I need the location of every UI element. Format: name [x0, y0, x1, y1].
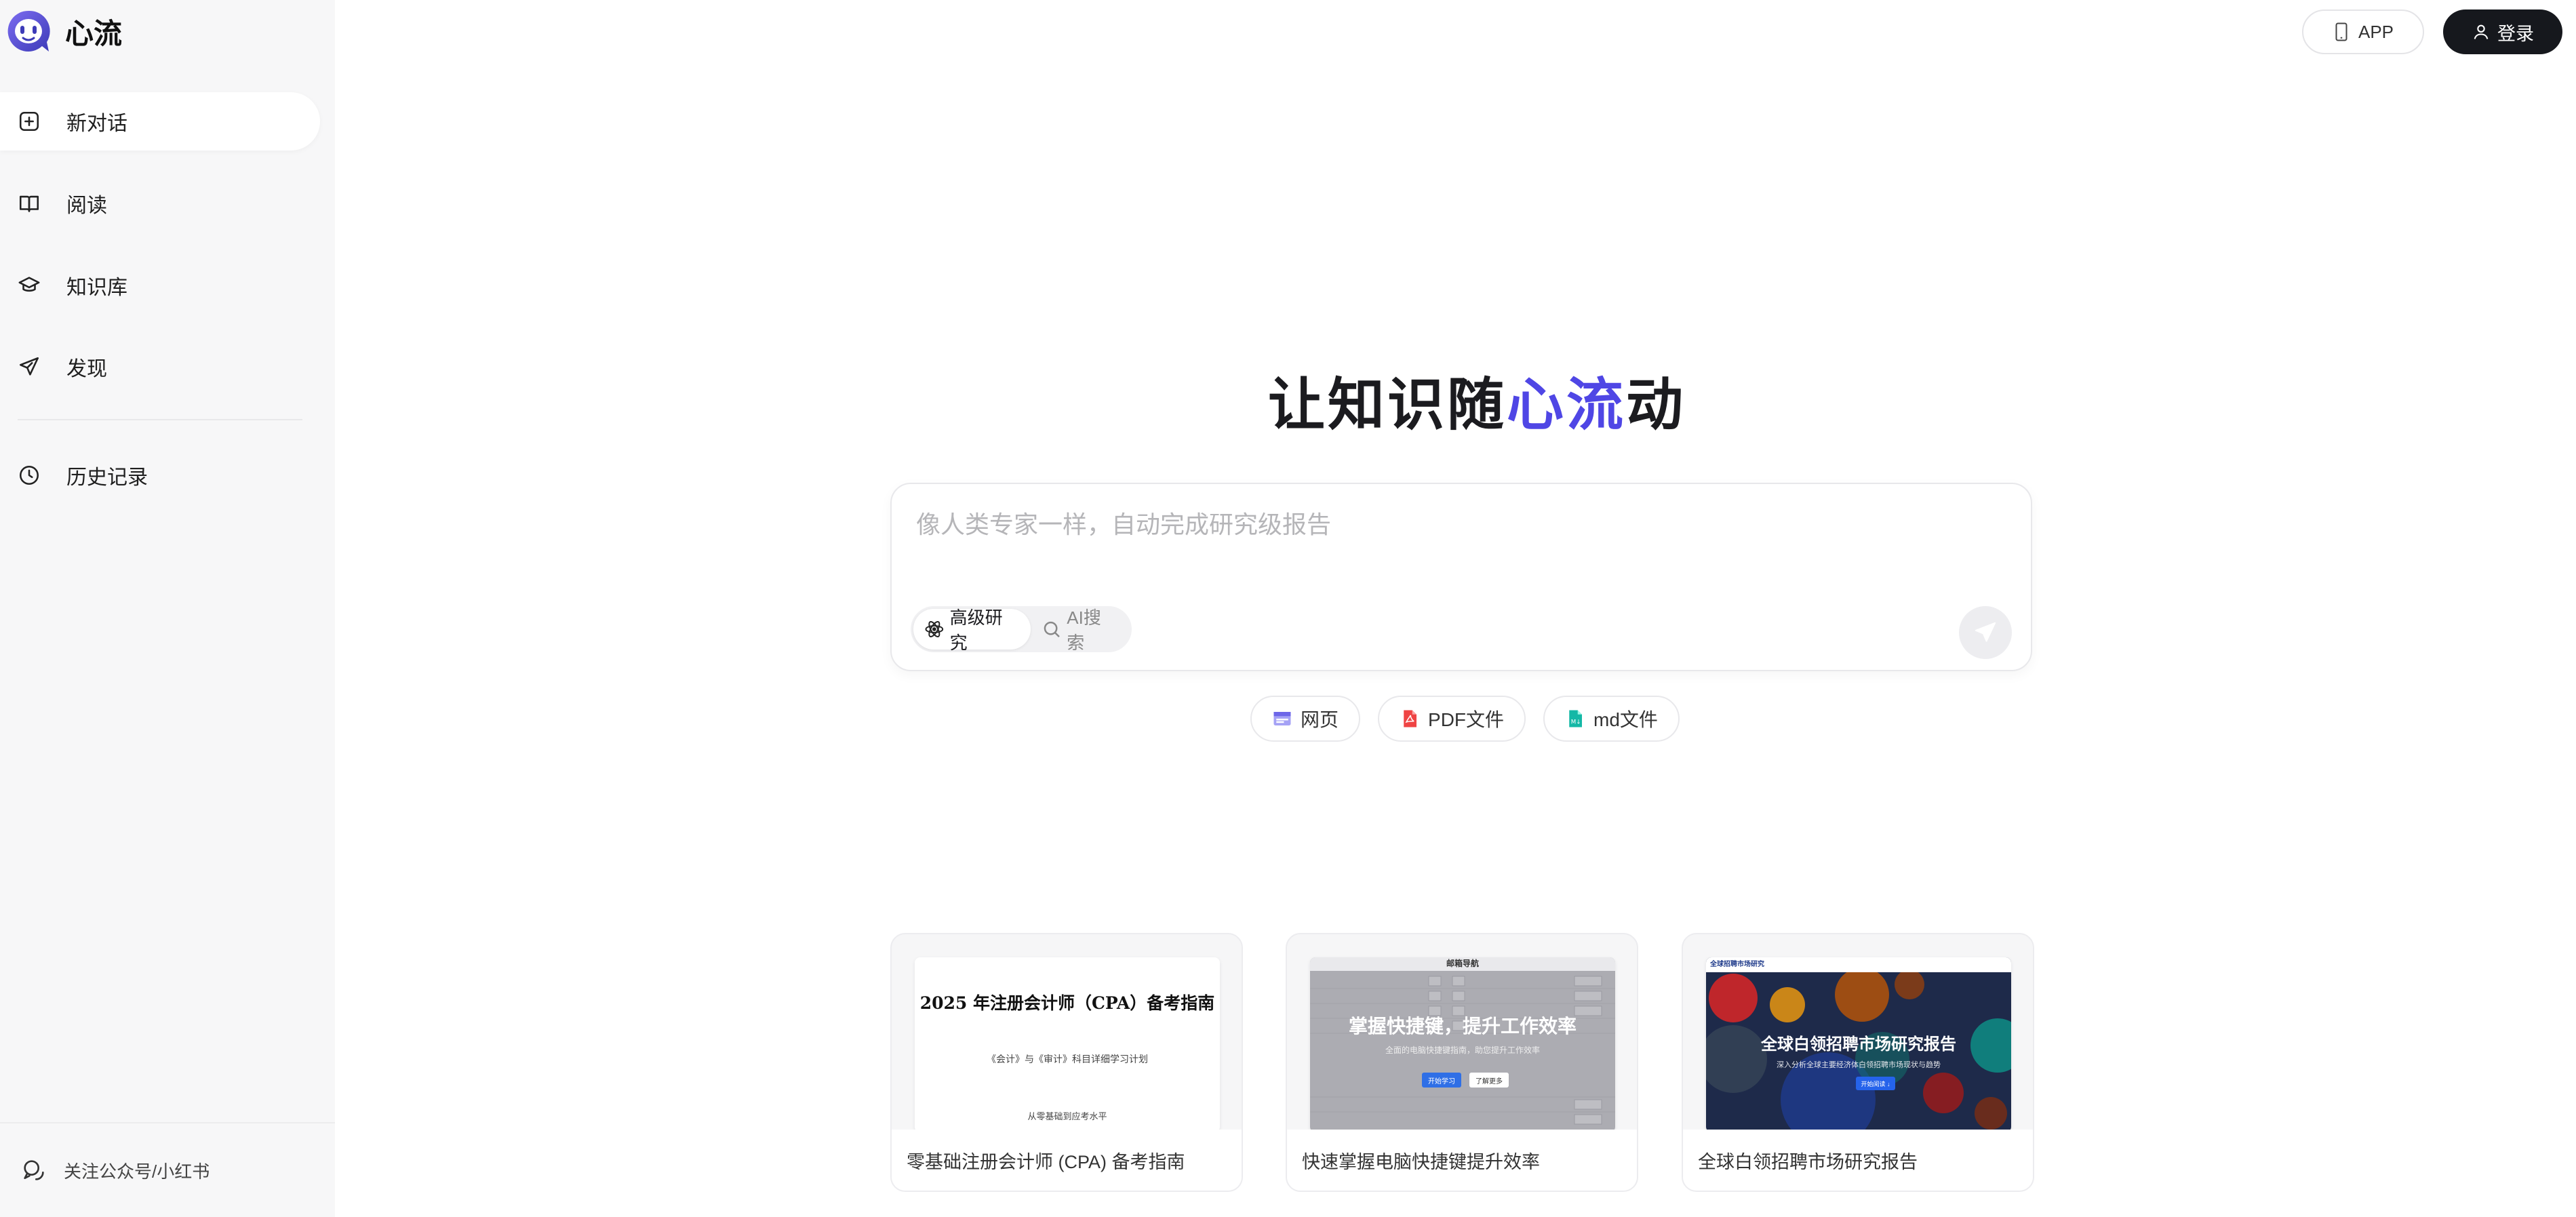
chip-md-file[interactable]: M↓ md文件: [1543, 696, 1680, 742]
thumb-subtitle: 全面的电脑快捷键指南，助您提升工作效率: [1385, 1045, 1540, 1055]
clock-icon: [19, 465, 39, 485]
thumb-header: 全球招聘市场研究: [1706, 957, 2011, 972]
sidebar-item-label: 阅读: [66, 195, 107, 217]
sidebar-item-reading[interactable]: 阅读: [0, 174, 320, 233]
md-file-icon: M↓: [1569, 710, 1583, 727]
send-button[interactable]: [1959, 606, 2012, 659]
atom-icon: [925, 621, 944, 637]
example-card-cpa[interactable]: 2025 年注册会计师（CPA）备考指南 《会计》与《审计》科目详细学习计划 从…: [890, 933, 1243, 1192]
thumb-note: 从零基础到应考水平: [1027, 1112, 1107, 1122]
search-box: 高级研究 AI搜索: [890, 483, 2032, 671]
thumb-secondary-button: 了解更多: [1469, 1073, 1509, 1088]
card-caption: 快速掌握电脑快捷键提升效率: [1287, 1130, 1637, 1191]
send-icon: [19, 357, 39, 376]
example-card-shortcuts[interactable]: 邮箱导航 掌握快捷键，提升工作效率 全面的电脑快捷键指南，助您提升工作效率 开始…: [1286, 933, 1638, 1192]
app-logo[interactable]: 心流: [4, 7, 122, 56]
mobile-phone-icon: [2335, 22, 2347, 41]
book-open-icon: [19, 195, 39, 212]
plus-square-icon: [19, 111, 39, 132]
thumb-subtitle: 深入分析全球主要经济体白领招聘市场现状与趋势: [1777, 1061, 1941, 1069]
chip-pdf-file[interactable]: PDF文件: [1378, 696, 1526, 742]
hero-title: 让知识随 心流动: [1268, 359, 1686, 438]
sidebar-item-new-chat[interactable]: 新对话: [0, 92, 320, 151]
sidebar-divider: [18, 419, 302, 420]
sidebar-item-label: 知识库: [66, 277, 127, 299]
mode-label: AI搜索: [1067, 607, 1101, 653]
chat-bubbles-icon: [24, 1160, 44, 1180]
login-button[interactable]: 登录: [2443, 9, 2562, 54]
chip-label: md文件: [1593, 709, 1658, 730]
card-thumbnail: 2025 年注册会计师（CPA）备考指南 《会计》与《审计》科目详细学习计划 从…: [915, 957, 1220, 1132]
thumb-primary-button: 开始学习: [1422, 1073, 1461, 1088]
svg-text:M↓: M↓: [1571, 719, 1581, 726]
thumb-title: 掌握快捷键，提升工作效率: [1348, 1016, 1577, 1037]
mode-label: 高级研究: [949, 607, 1003, 653]
sidebar-item-label: 新对话: [66, 113, 127, 135]
sidebar-item-knowledge-base[interactable]: 知识库: [0, 256, 320, 315]
hero-title-post: 动: [1626, 372, 1686, 438]
thumb-title: 全球白领招聘市场研究报告: [1761, 1035, 1956, 1054]
search-input[interactable]: [916, 504, 1933, 545]
sidebar-item-label: 发现: [66, 358, 107, 380]
follow-us-link[interactable]: 关注公众号/小红书: [0, 1122, 335, 1217]
card-caption: 全球白领招聘市场研究报告: [1683, 1130, 2033, 1191]
mode-ai-search[interactable]: AI搜索: [1031, 607, 1129, 653]
send-icon: [1975, 622, 1996, 642]
card-caption: 零基础注册会计师 (CPA) 备考指南: [892, 1130, 1242, 1191]
pdf-file-icon: [1404, 710, 1417, 727]
app-download-button[interactable]: APP: [2302, 9, 2424, 54]
app-label: APP: [2358, 21, 2394, 42]
login-label: 登录: [2497, 23, 2534, 44]
sidebar-item-discover[interactable]: 发现: [0, 338, 320, 396]
chip-web-page[interactable]: 网页: [1250, 696, 1361, 742]
card-thumbnail: 邮箱导航 掌握快捷键，提升工作效率 全面的电脑快捷键指南，助您提升工作效率 开始…: [1310, 957, 1615, 1132]
chip-label: PDF文件: [1428, 709, 1505, 730]
graduation-cap-icon: [18, 277, 40, 292]
app-name: 心流: [65, 17, 123, 49]
follow-us-label: 关注公众号/小红书: [64, 1161, 210, 1182]
search-mode-toggle: 高级研究 AI搜索: [911, 606, 1132, 653]
thumb-subtitle: 《会计》与《审计》科目详细学习计划: [987, 1054, 1148, 1065]
chip-label: 网页: [1301, 709, 1339, 730]
thumb-header: 邮箱导航: [1310, 957, 1615, 971]
search-icon: [1044, 621, 1060, 638]
source-chips: 网页 PDF文件 M↓ md文件: [1250, 696, 1680, 742]
sidebar-item-label: 历史记录: [66, 466, 148, 489]
sidebar-item-history[interactable]: 历史记录: [0, 446, 320, 504]
sidebar: 心流 新对话 阅读 知识库 发现 历史记录 关注公众号/小红书: [0, 0, 335, 1217]
logo-icon: [7, 10, 50, 52]
thumb-button: 开始阅读 ↓: [1856, 1077, 1895, 1090]
hero-title-accent: 心流: [1507, 372, 1627, 438]
user-icon: [2474, 24, 2489, 39]
web-page-icon: [1273, 712, 1291, 725]
mode-advanced-research[interactable]: 高级研究: [913, 607, 1031, 653]
hero-title-pre: 让知识随: [1268, 372, 1507, 438]
example-card-recruitment[interactable]: 全球招聘市场研究 全球白领招聘市场研究报告 深入分析全球主要经济体白领招聘市场现…: [1682, 933, 2034, 1192]
card-thumbnail: 全球招聘市场研究 全球白领招聘市场研究报告 深入分析全球主要经济体白领招聘市场现…: [1706, 957, 2011, 1132]
thumb-title: 2025 年注册会计师（CPA）备考指南: [919, 993, 1215, 1013]
